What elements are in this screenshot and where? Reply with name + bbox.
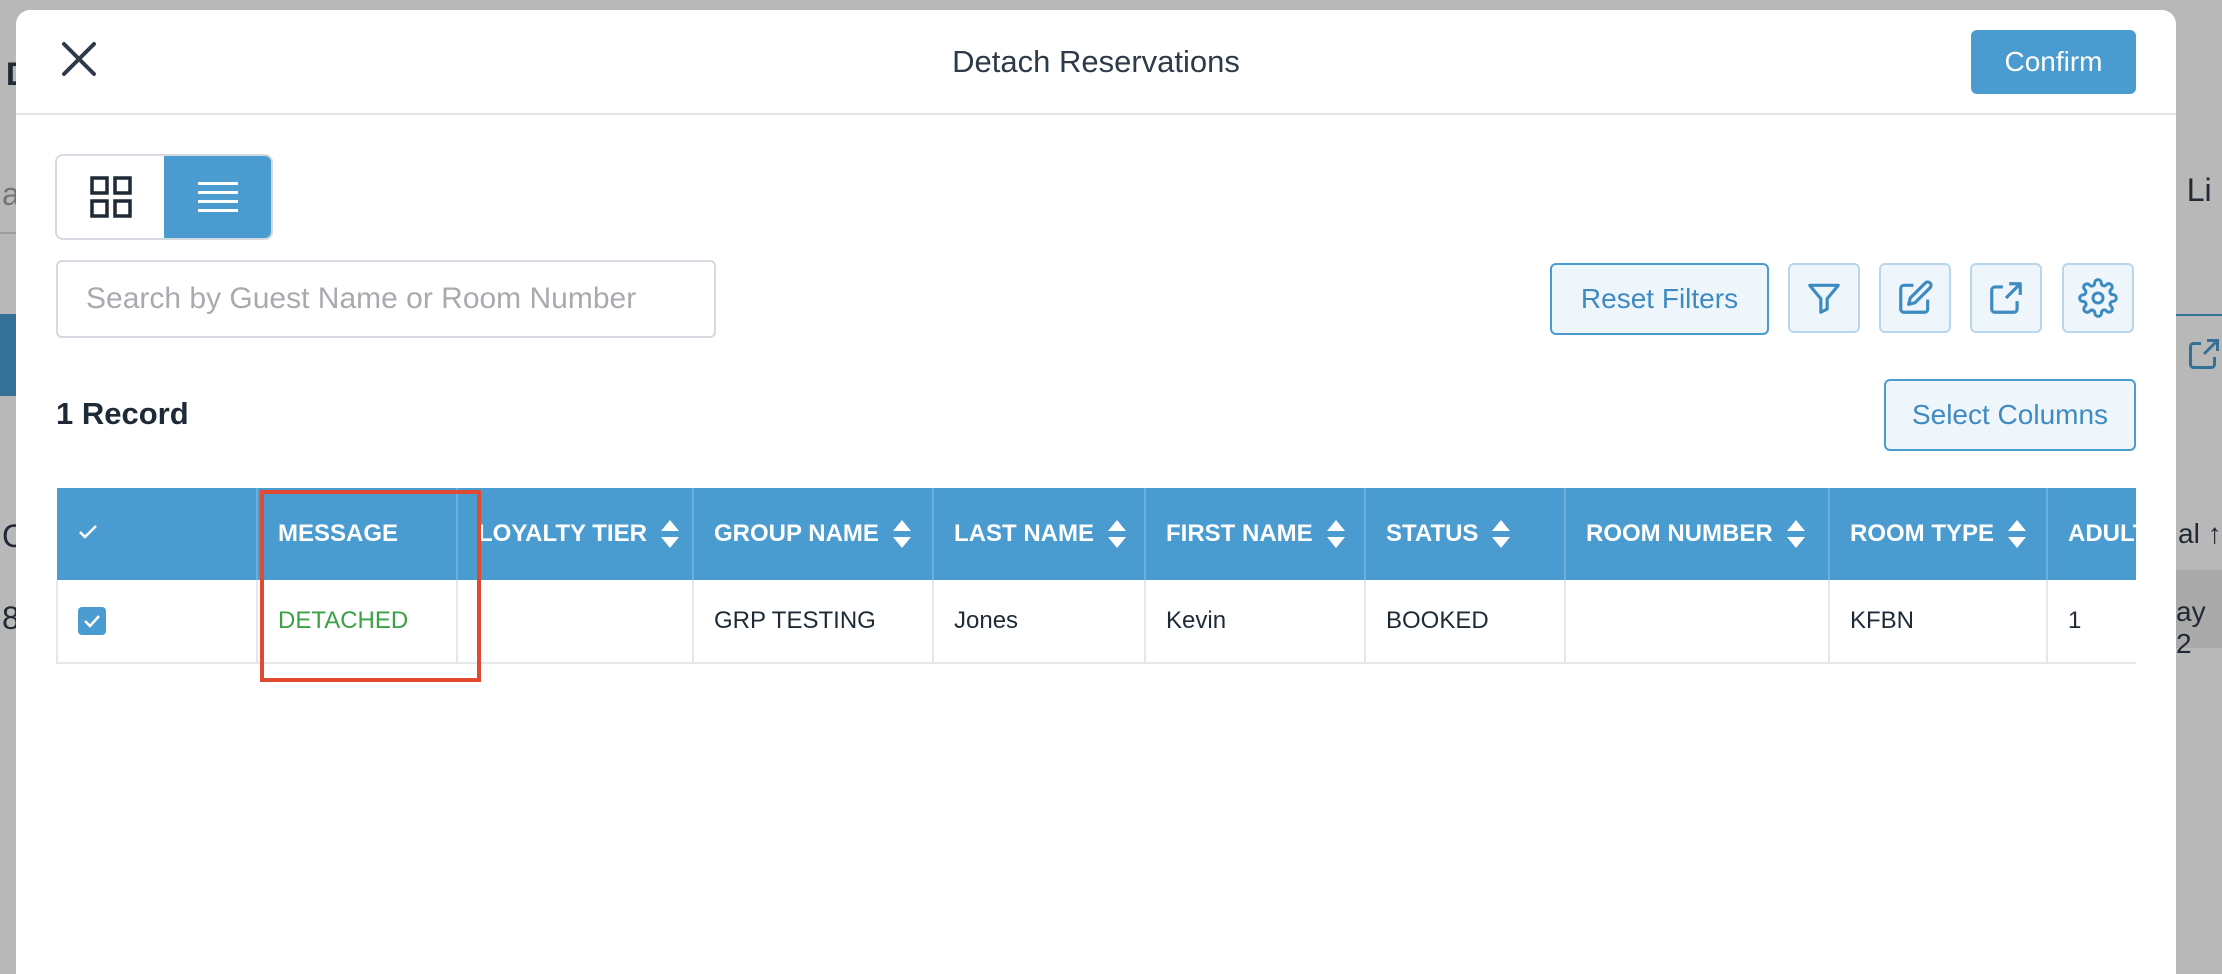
modal-title: Detach Reservations [952,44,1240,79]
column-header-loyalty-tier[interactable]: LOYALTY TIER [457,488,694,580]
column-header-room-type[interactable]: ROOM TYPE [1829,488,2048,580]
group-name-cell: GRP TESTING [693,580,934,664]
record-count: 1 Record [56,396,189,431]
sort-icon[interactable] [1492,520,1511,548]
export-button[interactable] [1970,263,2042,333]
column-header-adults[interactable]: ADULT [2047,488,2136,580]
export-icon [1990,282,2022,314]
edit-button[interactable] [1879,263,1951,333]
adults-cell: 1 [2047,580,2136,664]
confirm-button[interactable]: Confirm [1971,30,2136,94]
last-name-cell: Jones [933,580,1146,664]
settings-icon [2078,278,2118,318]
grid-icon [89,176,132,218]
list-view-button[interactable] [164,156,271,238]
column-header-status[interactable]: STATUS [1365,488,1566,580]
modal-header: Detach Reservations Confirm [16,10,2176,115]
column-header-label: ADULT [2068,520,2136,547]
column-header-label: STATUS [1386,520,1479,547]
filter-button[interactable] [1788,263,1860,333]
status-cell: BOOKED [1365,580,1566,664]
sort-icon[interactable] [1326,520,1345,548]
settings-button[interactable] [2062,263,2134,333]
column-header-room-number[interactable]: ROOM NUMBER [1565,488,1830,580]
grid-view-button[interactable] [57,156,164,238]
column-header-first-name[interactable]: FIRST NAME [1145,488,1366,580]
list-icon [197,182,238,212]
select-all-header[interactable] [57,488,258,580]
sort-icon[interactable] [1108,520,1126,548]
first-name-cell: Kevin [1145,580,1366,664]
reset-filters-button[interactable]: Reset Filters [1550,263,1769,335]
column-header-label: LAST NAME [954,520,1094,547]
row-select-cell [56,580,258,664]
room-number-cell [1565,580,1830,664]
row-checkbox[interactable] [78,607,106,635]
column-header-label: ROOM TYPE [1850,520,1995,547]
view-toggle [55,154,273,240]
sort-icon[interactable] [1786,520,1805,548]
edit-icon [1899,280,1933,314]
loyalty-tier-cell [457,580,694,664]
filter-icon [1808,283,1840,314]
column-header-label: FIRST NAME [1166,520,1313,547]
column-header-label: GROUP NAME [714,520,879,547]
search-input[interactable] [56,260,716,338]
detach-reservations-modal: Detach Reservations Confirm Reset Filter… [16,10,2176,974]
column-header-last-name[interactable]: LAST NAME [933,488,1146,580]
sort-icon[interactable] [660,520,679,548]
select-columns-button[interactable]: Select Columns [1884,379,2136,451]
check-icon [79,525,97,539]
column-header-group-name[interactable]: GROUP NAME [693,488,934,580]
sort-icon[interactable] [892,520,911,548]
column-header-label: LOYALTY TIER [478,520,647,547]
room-type-cell: KFBN [1829,580,2048,664]
check-icon [84,615,100,628]
message-column-highlight [260,490,481,682]
column-header-label: ROOM NUMBER [1586,520,1773,547]
sort-icon[interactable] [2008,520,2027,548]
